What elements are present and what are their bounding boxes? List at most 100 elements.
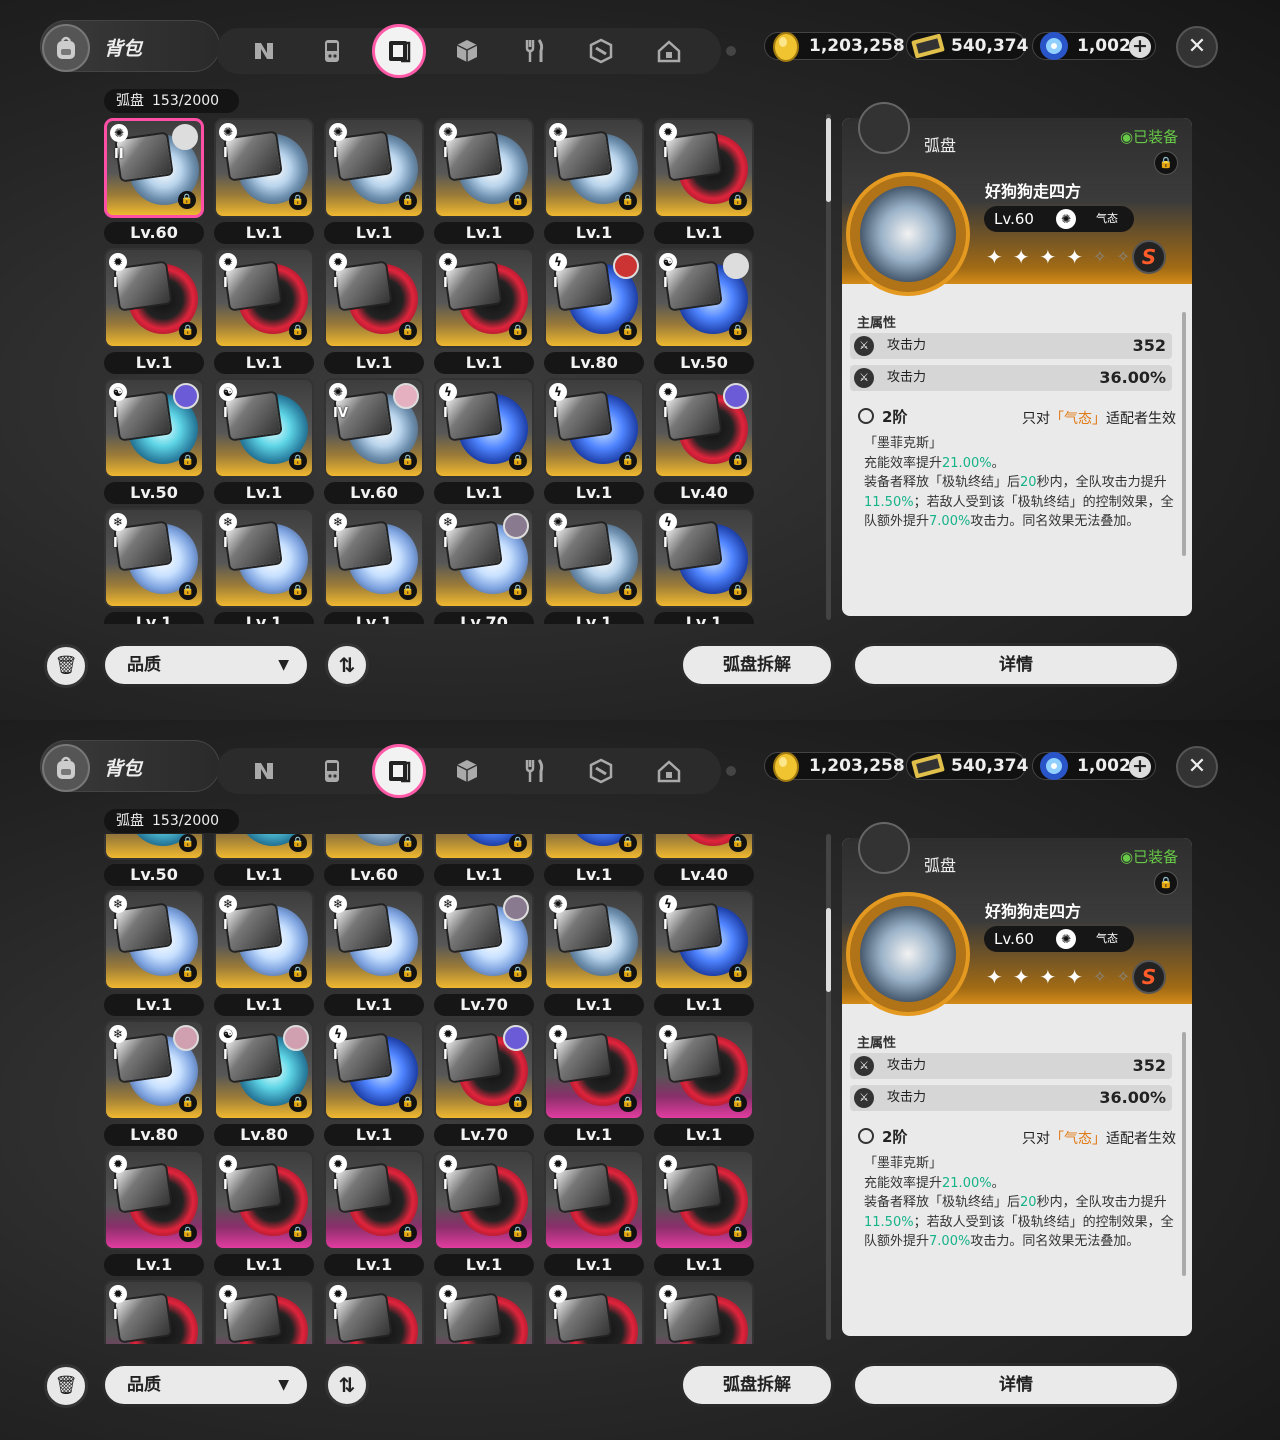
add-currency-button[interactable]: +: [1129, 36, 1151, 58]
disc-card[interactable]: ϟI🔒: [544, 834, 644, 860]
disc-card[interactable]: ✺ I 🔒: [434, 118, 534, 218]
lock-toggle-icon[interactable]: 🔒: [1154, 871, 1178, 895]
disc-card[interactable]: ✹I🔒: [324, 1280, 424, 1344]
bangboo-tab-icon[interactable]: [314, 753, 350, 789]
disc-card[interactable]: ✺ I 🔒: [544, 508, 644, 608]
disc-card[interactable]: ❄ I 🔒: [324, 890, 424, 990]
bangboo-tab-icon[interactable]: [314, 33, 350, 69]
food-icon[interactable]: [516, 33, 552, 69]
disc-card[interactable]: ✹I🔒: [104, 1280, 204, 1344]
grid-scrollbar-thumb[interactable]: [826, 908, 831, 992]
disc-card[interactable]: ✹I🔒: [654, 1280, 754, 1344]
desc-fragment: 20: [1020, 475, 1037, 490]
dennies-icon: [773, 752, 799, 782]
disc-card[interactable]: ❄ I 🔒: [324, 508, 424, 608]
material-box-icon[interactable]: [449, 753, 485, 789]
detail-scrollbar[interactable]: [1182, 312, 1186, 556]
disc-card[interactable]: ☯I🔒: [104, 834, 204, 860]
disc-card[interactable]: ☯I🔒: [654, 248, 754, 348]
disc-card[interactable]: ϟI🔒: [434, 378, 534, 478]
disc-card[interactable]: ✺IV🔒: [324, 834, 424, 860]
disc-card[interactable]: ❄ I 🔒: [214, 890, 314, 990]
disc-card[interactable]: ϟI🔒: [324, 1020, 424, 1120]
agents-tab-icon[interactable]: [246, 753, 282, 789]
disc-card[interactable]: ✹I🔒: [434, 1020, 534, 1120]
disc-card[interactable]: ✹I🔒: [434, 1280, 534, 1344]
disc-tab-icon[interactable]: [372, 24, 426, 78]
dismantle-button[interactable]: 弧盘拆解: [680, 643, 834, 687]
disc-tab-icon[interactable]: [372, 744, 426, 798]
add-currency-button[interactable]: +: [1129, 756, 1151, 778]
trash-button[interactable]: 🗑: [44, 1364, 88, 1408]
material-box-icon[interactable]: [449, 33, 485, 69]
inventory-count-badge: 弧盘 153/2000: [104, 89, 240, 113]
disc-card[interactable]: ☯I🔒: [214, 378, 314, 478]
disc-card[interactable]: ❄ I 🔒: [434, 890, 534, 990]
dismantle-button[interactable]: 弧盘拆解: [680, 1363, 834, 1407]
disc-card[interactable]: ✹I🔒: [654, 1150, 754, 1250]
disc-card[interactable]: ✹I🔒: [104, 248, 204, 348]
disc-card[interactable]: ϟI🔒: [544, 378, 644, 478]
trash-button[interactable]: 🗑: [44, 644, 88, 688]
grid-scrollbar-thumb[interactable]: [826, 118, 831, 202]
disc-card[interactable]: ✹I🔒: [324, 1150, 424, 1250]
disc-card[interactable]: ☯I🔒: [214, 834, 314, 860]
disc-card[interactable]: ✹I🔒: [214, 1150, 314, 1250]
detail-scrollbar[interactable]: [1182, 1032, 1186, 1276]
disc-card[interactable]: ☯I🔒: [104, 378, 204, 478]
disc-card[interactable]: ☯I🔒: [214, 1020, 314, 1120]
disc-card[interactable]: ❄ I 🔒: [104, 890, 204, 990]
disc-card[interactable]: ϟI🔒: [434, 834, 534, 860]
disc-card[interactable]: ❄ I 🔒: [104, 1020, 204, 1120]
disc-card[interactable]: ✹I🔒: [434, 1150, 534, 1250]
disc-card[interactable]: ✺ I 🔒: [214, 118, 314, 218]
disc-card[interactable]: ❄ I 🔒: [214, 508, 314, 608]
lock-icon: 🔒: [619, 582, 637, 600]
disc-card[interactable]: ✺ II 🔒: [104, 118, 204, 218]
disc-card[interactable]: ✹I🔒: [544, 1280, 644, 1344]
ticket-currency[interactable]: 540,374: [906, 752, 1028, 780]
engine-icon[interactable]: [583, 33, 619, 69]
disc-card[interactable]: ϟI🔒: [654, 890, 754, 990]
home-icon[interactable]: [651, 753, 687, 789]
food-icon[interactable]: [516, 753, 552, 789]
disc-card[interactable]: ✹I🔒: [434, 248, 534, 348]
details-button[interactable]: 详情: [852, 643, 1180, 687]
dennies-currency[interactable]: 1,203,258: [764, 32, 905, 62]
quality-filter-dropdown[interactable]: 品质 ▼: [102, 1363, 310, 1407]
disc-card[interactable]: ✹I🔒: [654, 118, 754, 218]
disc-card[interactable]: ✹I🔒: [654, 1020, 754, 1120]
disc-card[interactable]: ✺ I 🔒: [544, 890, 644, 990]
disc-card[interactable]: ✹I🔒: [654, 378, 754, 478]
quality-filter-dropdown[interactable]: 品质 ▼: [102, 643, 310, 687]
sort-order-button[interactable]: ⇅: [325, 1363, 369, 1407]
dennies-currency[interactable]: 1,203,258: [764, 752, 905, 782]
disc-card[interactable]: ✹I🔒: [104, 1150, 204, 1250]
engine-icon[interactable]: [583, 753, 619, 789]
disc-card[interactable]: ✺ I 🔒: [544, 118, 644, 218]
disc-tier: I: [443, 536, 448, 551]
disc-card[interactable]: ϟI🔒: [654, 508, 754, 608]
disc-card[interactable]: ϟI🔒: [544, 248, 644, 348]
disc-card[interactable]: ✺ I 🔒: [324, 118, 424, 218]
disc-card[interactable]: ✹I🔒: [214, 248, 314, 348]
disc-card[interactable]: ✹I🔒: [214, 1280, 314, 1344]
disc-card[interactable]: ❄ I 🔒: [434, 508, 534, 608]
agents-tab-icon[interactable]: [246, 33, 282, 69]
disc-card[interactable]: ✹I🔒: [654, 834, 754, 860]
home-icon[interactable]: [651, 33, 687, 69]
close-button[interactable]: ✕: [1176, 26, 1218, 68]
polychrome-currency[interactable]: 1,002 +: [1032, 752, 1156, 780]
details-button[interactable]: 详情: [852, 1363, 1180, 1407]
disc-card[interactable]: ❄ I 🔒: [104, 508, 204, 608]
lock-toggle-icon[interactable]: 🔒: [1154, 151, 1178, 175]
attribute-icon: ✺: [1056, 209, 1076, 229]
polychrome-currency[interactable]: 1,002 +: [1032, 32, 1156, 60]
sort-order-button[interactable]: ⇅: [325, 643, 369, 687]
disc-card[interactable]: ✹I🔒: [544, 1020, 644, 1120]
disc-card[interactable]: ✹I🔒: [324, 248, 424, 348]
disc-card[interactable]: ✺IV🔒: [324, 378, 424, 478]
ticket-currency[interactable]: 540,374: [906, 32, 1028, 60]
disc-card[interactable]: ✹I🔒: [544, 1150, 644, 1250]
close-button[interactable]: ✕: [1176, 746, 1218, 788]
